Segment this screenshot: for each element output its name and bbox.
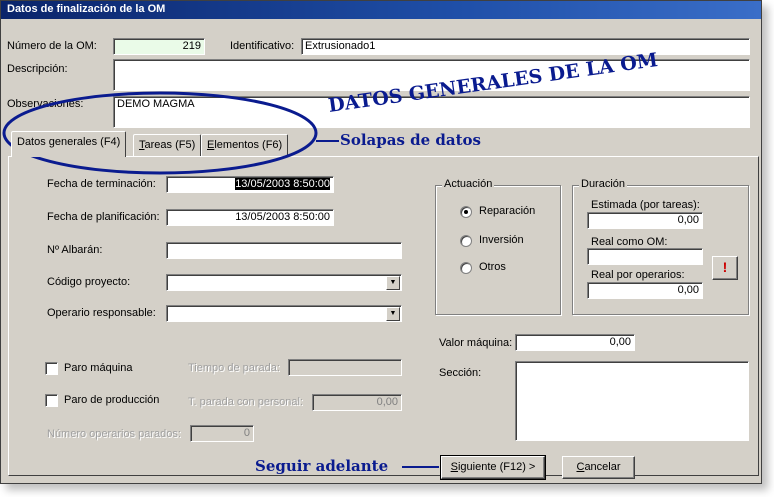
annotation-seguir: Seguir adelante xyxy=(255,457,389,475)
tab-datos-generales[interactable]: Datos generales (F4) xyxy=(11,131,127,157)
annotation-overlay xyxy=(2,91,439,468)
tab-datos-generales-label: Datos generales (F4) xyxy=(17,136,121,148)
annotation-solapas: Solapas de datos xyxy=(340,131,481,149)
